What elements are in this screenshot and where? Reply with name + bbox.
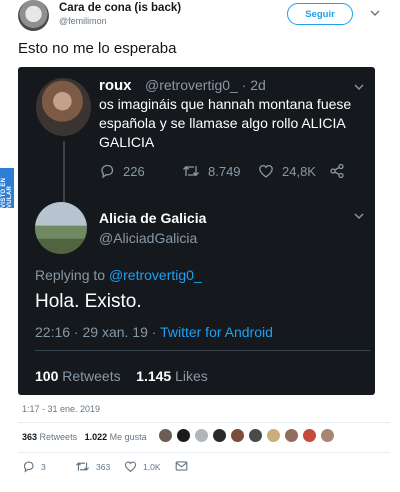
retweet-button[interactable]: 363	[75, 460, 110, 473]
liker-avatar[interactable]	[212, 428, 227, 443]
liker-avatar[interactable]	[248, 428, 263, 443]
quoted-text: os imagináis que hannah montana fuese es…	[99, 96, 352, 150]
tweet-text: Esto no me lo esperaba	[18, 40, 177, 57]
quoted-retweet-count: 8.749	[208, 163, 241, 179]
quoted-like: 24,8K	[258, 163, 316, 179]
divider	[35, 350, 370, 351]
heart-icon	[259, 164, 273, 178]
replying-to-link: @retrovertig0_	[108, 267, 202, 283]
follow-button[interactable]: Seguir	[287, 3, 353, 25]
reply-meta: 22:16 · 29 xan. 19 · Twitter for Android	[35, 324, 273, 340]
heart-icon	[124, 461, 137, 473]
retweet-count: 363	[96, 461, 111, 472]
quoted-reply: 226	[99, 163, 145, 179]
replying-to: Replying to @retrovertig0_	[35, 267, 202, 283]
liker-avatar[interactable]	[194, 428, 209, 443]
reply-name: Alicia de Galicia	[99, 210, 207, 226]
quoted-like-count: 24,8K	[282, 163, 316, 179]
reply-button[interactable]: 3	[22, 460, 46, 473]
liker-avatar[interactable]	[230, 428, 245, 443]
liker-avatar[interactable]	[266, 428, 281, 443]
reply-avatar	[35, 202, 87, 254]
reply-text: Hola. Existo.	[35, 291, 142, 312]
tweet-actions: 3 363 1,0K	[22, 460, 322, 474]
liker-avatar[interactable]	[158, 428, 173, 443]
divider	[18, 422, 390, 423]
reply-stats: 100 Retweets 1.145 Likes	[35, 368, 208, 384]
share-icon	[330, 163, 344, 179]
quoted-retweet: 8.749	[182, 163, 241, 179]
reply-count: 3	[41, 461, 46, 472]
tweet-header: Cara de cona (is back) @femilimon Seguir	[18, 0, 390, 34]
author-name[interactable]: Cara de cona (is back)	[59, 2, 181, 14]
retweets-count[interactable]: 363	[22, 432, 37, 442]
divider	[18, 452, 390, 453]
chevron-down-icon	[354, 84, 364, 90]
author-handle[interactable]: @femilimon	[59, 16, 107, 26]
thread-line	[63, 141, 65, 205]
like-button[interactable]: 1,0K	[124, 460, 161, 473]
quoted-handle: @retrovertig0_ · 2d	[145, 77, 266, 93]
like-count: 1,0K	[143, 461, 161, 472]
embedded-screenshot: roux @retrovertig0_ · 2d os imagináis qu…	[18, 67, 375, 395]
tweet-timestamp[interactable]: 1:17 - 31 ene. 2019	[22, 404, 100, 414]
watermark-badge: VISTO EN VULAR	[0, 168, 14, 208]
quoted-avatar	[36, 78, 91, 136]
chevron-down-icon[interactable]	[370, 8, 380, 18]
quoted-actions: 226 8.749 24,8K	[99, 163, 369, 181]
author-avatar[interactable]	[18, 0, 49, 31]
chevron-down-icon	[354, 213, 364, 219]
quoted-reply-count: 226	[123, 163, 145, 179]
reply-source: Twitter for Android	[160, 324, 273, 340]
reply-icon	[101, 164, 114, 179]
retweet-icon	[75, 462, 90, 471]
liker-avatars	[158, 428, 338, 444]
retweet-icon	[183, 165, 199, 177]
liker-avatar[interactable]	[320, 428, 335, 443]
mail-icon[interactable]	[175, 460, 188, 472]
tweet-stats: 363 Retweets 1.022 Me gusta	[22, 432, 147, 442]
liker-avatar[interactable]	[302, 428, 317, 443]
reply-handle: @AliciadGalicia	[99, 230, 198, 246]
liker-avatar[interactable]	[284, 428, 299, 443]
liker-avatar[interactable]	[176, 428, 191, 443]
quoted-name: roux	[99, 77, 132, 94]
likes-count[interactable]: 1.022	[85, 432, 108, 442]
reply-icon	[23, 461, 34, 473]
